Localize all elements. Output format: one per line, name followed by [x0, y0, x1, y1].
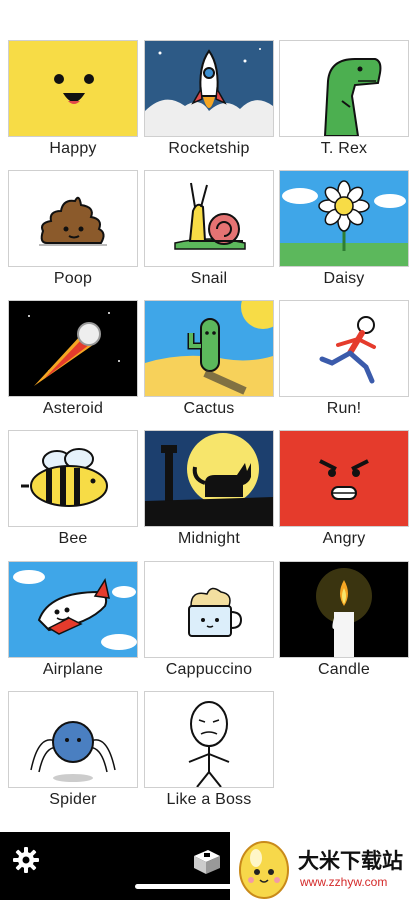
like-a-boss-icon [144, 691, 274, 788]
gear-icon[interactable] [12, 846, 40, 874]
sticker-label: Spider [49, 791, 97, 808]
candle-icon [279, 561, 409, 658]
spider-icon [8, 691, 138, 788]
runner-icon [279, 300, 409, 397]
sticker-label: Daisy [323, 270, 365, 287]
watermark-url: www.zzhyw.com [300, 875, 388, 889]
daisy-icon [279, 170, 409, 267]
happy-face-icon [8, 40, 138, 137]
watermark-title: 大米下载站 [298, 849, 403, 873]
sticker-label: Angry [322, 530, 366, 547]
sticker-label: Midnight [177, 530, 241, 547]
rocket-icon [144, 40, 274, 137]
sticker-label: Cappuccino [165, 661, 253, 678]
sticker-label: Airplane [42, 661, 104, 678]
poop-icon [8, 170, 138, 267]
angry-face-icon [279, 430, 409, 527]
asteroid-icon [8, 300, 138, 397]
cappuccino-icon [144, 561, 274, 658]
app-icon[interactable] [190, 844, 224, 878]
trex-icon [279, 40, 409, 137]
sticker-label: Asteroid [42, 400, 104, 417]
sticker-label: Cactus [183, 400, 235, 417]
sticker-label: Like a Boss [166, 791, 252, 808]
sticker-label: Happy [49, 140, 97, 157]
airplane-icon [8, 561, 138, 658]
cactus-icon [144, 300, 274, 397]
sticker-label: Poop [53, 270, 93, 287]
sticker-label: Bee [58, 530, 88, 547]
bee-icon [8, 430, 138, 527]
black-cat-icon [144, 430, 274, 527]
sticker-label: Rocketship [168, 140, 250, 157]
snail-icon [144, 170, 274, 267]
sticker-label: Run! [326, 400, 362, 417]
sticker-label: T. Rex [320, 140, 368, 157]
sticker-label: Candle [318, 661, 370, 678]
egg-mascot-logo [234, 834, 294, 900]
sticker-label: Snail [190, 270, 228, 287]
watermark: 大米下载站 www.zzhyw.com [230, 832, 415, 900]
